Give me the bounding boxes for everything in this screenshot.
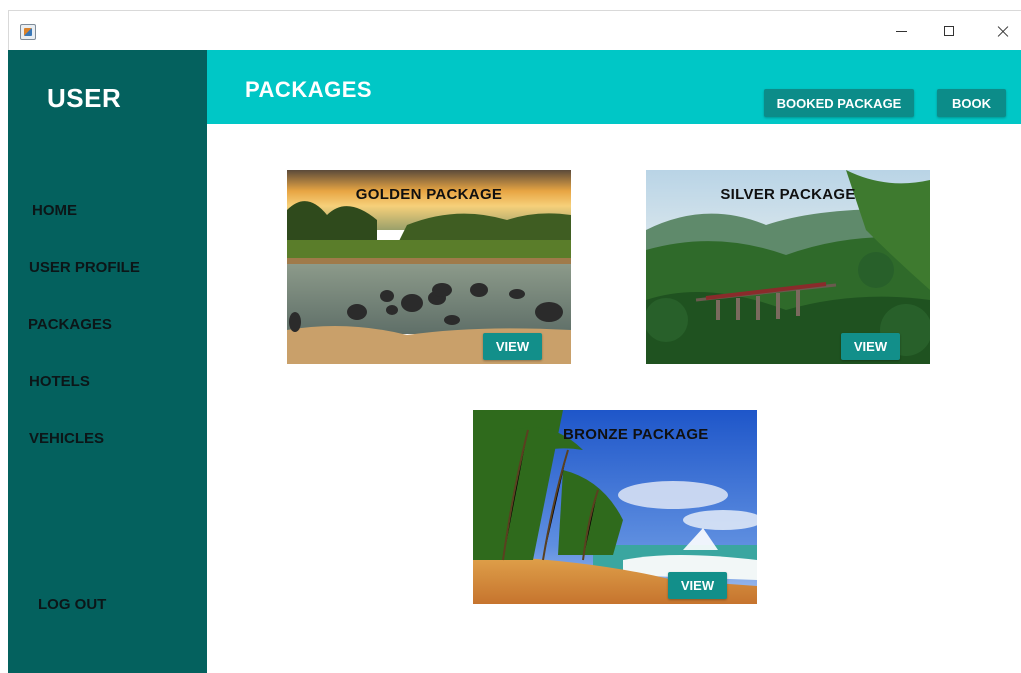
package-name-bronze: BRONZE PACKAGE xyxy=(563,426,709,443)
package-name-silver: SILVER PACKAGE xyxy=(720,186,856,203)
sidebar-item-home[interactable]: HOME xyxy=(32,202,77,219)
sidebar-item-vehicles[interactable]: VEHICLES xyxy=(29,430,104,447)
logout-button[interactable]: LOG OUT xyxy=(38,596,106,613)
close-icon[interactable] xyxy=(991,19,1015,43)
package-name-golden: GOLDEN PACKAGE xyxy=(355,186,503,203)
sidebar-item-hotels[interactable]: HOTELS xyxy=(29,373,90,390)
view-golden-button[interactable]: VIEW xyxy=(483,333,542,360)
java-cup-icon xyxy=(20,24,36,40)
sidebar-item-packages[interactable]: PACKAGES xyxy=(28,316,112,333)
package-card-golden: GOLDEN PACKAGE VIEW xyxy=(287,170,571,364)
package-card-bronze: BRONZE PACKAGE VIEW xyxy=(473,410,757,604)
page-title: PACKAGES xyxy=(245,77,373,102)
sidebar-item-user-profile[interactable]: USER PROFILE xyxy=(29,259,140,276)
maximize-icon[interactable] xyxy=(937,19,961,43)
view-silver-button[interactable]: VIEW xyxy=(841,333,900,360)
window-titlebar xyxy=(8,10,1021,51)
view-bronze-button[interactable]: VIEW xyxy=(668,572,727,599)
header-bar: PACKAGES BOOKED PACKAGE BOOK xyxy=(207,50,1021,124)
sidebar: USER HOME USER PROFILE PACKAGES HOTELS V… xyxy=(8,50,207,673)
booked-package-button[interactable]: BOOKED PACKAGE xyxy=(764,89,914,117)
sidebar-title: USER xyxy=(47,83,122,113)
book-button[interactable]: BOOK xyxy=(937,89,1006,117)
minimize-icon[interactable] xyxy=(889,19,913,43)
package-card-silver: SILVER PACKAGE VIEW xyxy=(646,170,930,364)
